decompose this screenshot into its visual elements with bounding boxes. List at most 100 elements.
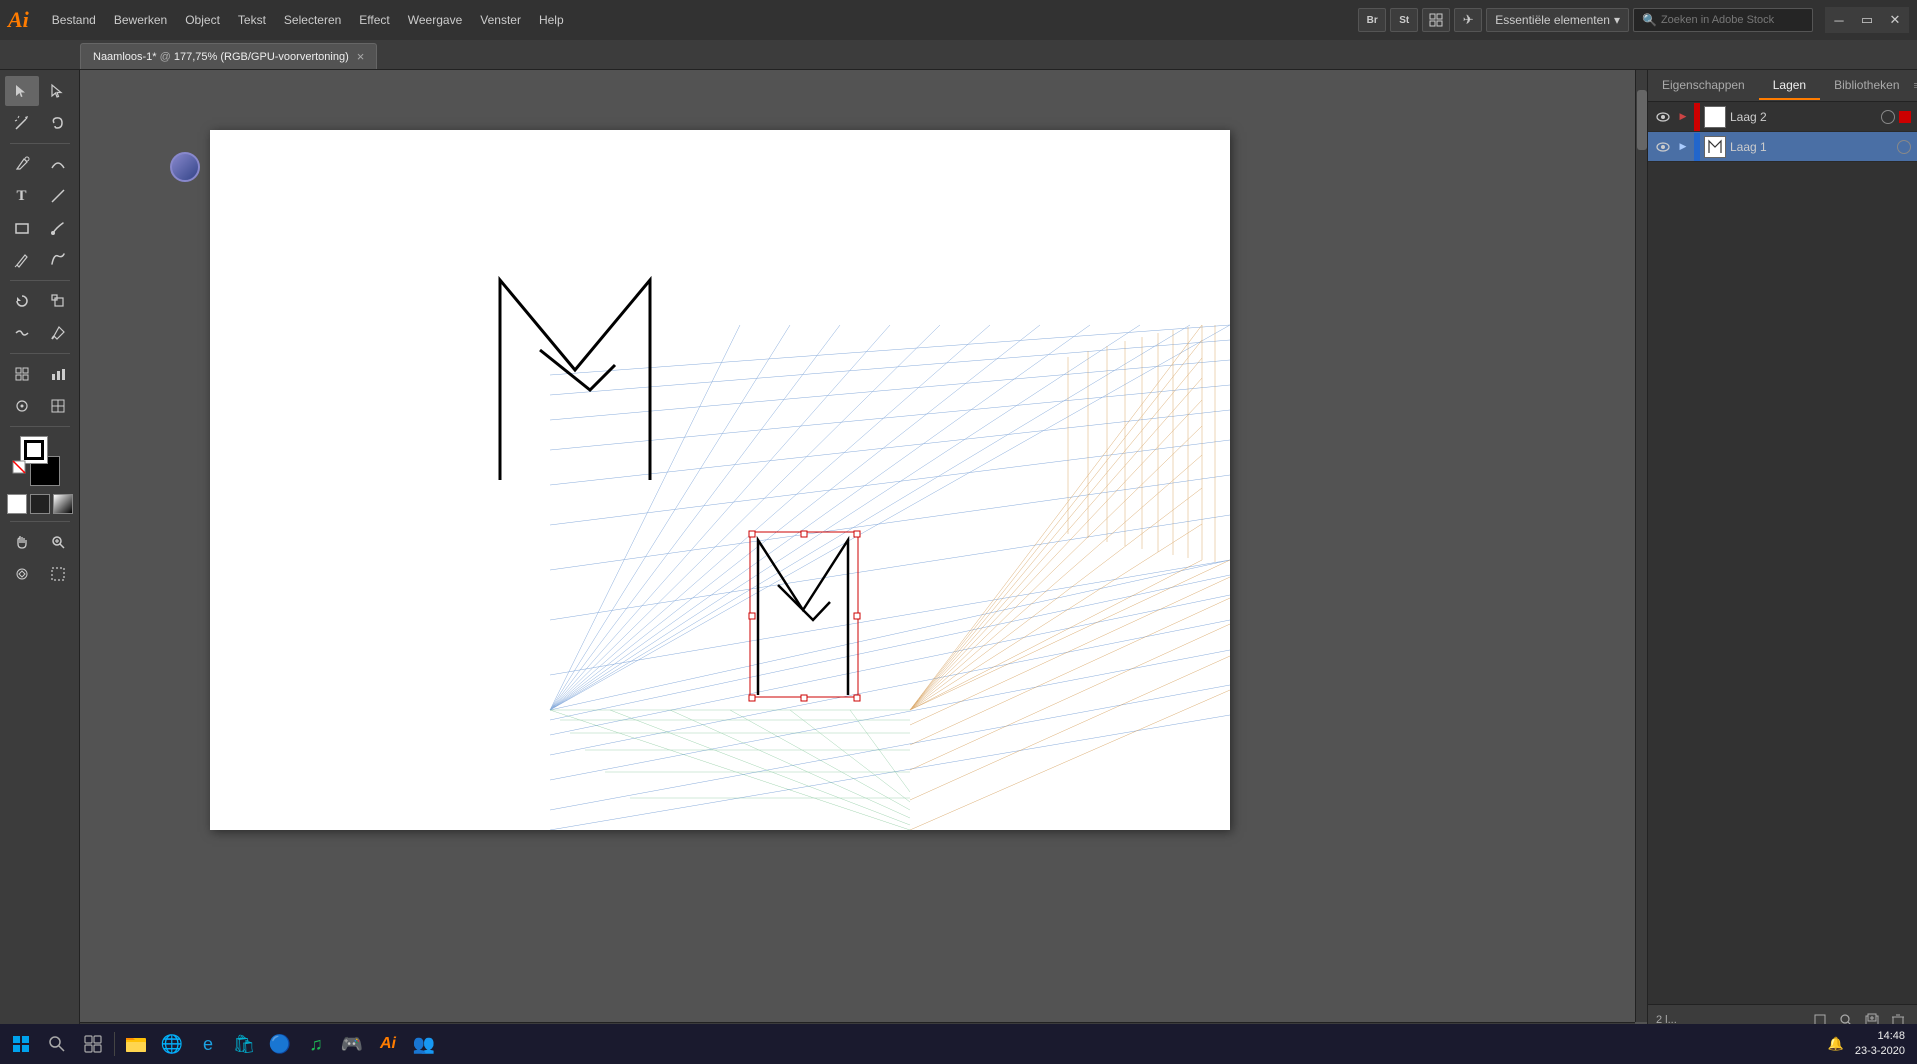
window-controls: ─ ▭ ✕ bbox=[1825, 7, 1909, 33]
store-btn[interactable]: 🛍 bbox=[227, 1027, 261, 1061]
perspective-grid-tool[interactable] bbox=[5, 359, 39, 389]
zoom-tool[interactable] bbox=[41, 527, 75, 557]
workspace-dropdown[interactable]: Essentiële elementen ▾ bbox=[1486, 8, 1629, 32]
panel-tab-bar: Eigenschappen Lagen Bibliotheken ≡ bbox=[1648, 70, 1917, 102]
white-swatch[interactable] bbox=[7, 494, 27, 514]
no-fill-icon bbox=[12, 460, 28, 476]
stock-search[interactable]: 🔍 Zoeken in Adobe Stock bbox=[1633, 8, 1813, 32]
ie-btn[interactable]: e bbox=[191, 1027, 225, 1061]
search-taskbar-btn[interactable] bbox=[40, 1027, 74, 1061]
tab-close-btn[interactable]: × bbox=[357, 50, 365, 63]
select-tools bbox=[5, 76, 75, 106]
hand-zoom-tools bbox=[5, 527, 75, 557]
select-tool[interactable] bbox=[5, 76, 39, 106]
menu-help[interactable]: Help bbox=[530, 9, 573, 31]
scale-tool[interactable] bbox=[41, 286, 75, 316]
type-tool[interactable]: T bbox=[5, 181, 39, 211]
slice-tool[interactable] bbox=[41, 391, 75, 421]
tab-eigenschappen[interactable]: Eigenschappen bbox=[1648, 72, 1759, 100]
share-btn[interactable]: ✈ bbox=[1454, 8, 1482, 32]
lasso-tool[interactable] bbox=[41, 108, 75, 138]
maximize-btn[interactable]: ▭ bbox=[1853, 7, 1881, 33]
edit-symbol-btn[interactable] bbox=[5, 559, 39, 589]
rotate-scale-tools bbox=[5, 286, 75, 316]
left-toolbar: T bbox=[0, 70, 80, 1034]
hand-tool[interactable] bbox=[5, 527, 39, 557]
stroke-swatch[interactable] bbox=[24, 440, 44, 460]
canvas-area[interactable] bbox=[80, 70, 1647, 1034]
layer-row-1[interactable]: ▶ Laag 1 bbox=[1648, 132, 1917, 162]
spotify-btn[interactable]: ♫ bbox=[299, 1027, 333, 1061]
search-taskbar-icon bbox=[48, 1035, 66, 1053]
layer-2-target-icon[interactable] bbox=[1881, 110, 1895, 124]
gradient-swatch[interactable] bbox=[53, 494, 73, 514]
warp-tool[interactable] bbox=[5, 318, 39, 348]
close-btn[interactable]: ✕ bbox=[1881, 7, 1909, 33]
panel-menu-icon[interactable]: ≡ bbox=[1914, 80, 1917, 92]
steam-btn[interactable]: 🎮 bbox=[335, 1027, 369, 1061]
app-logo: Ai bbox=[8, 7, 29, 33]
illustrator-taskbar-btn[interactable]: Ai bbox=[371, 1027, 405, 1061]
stock-btn[interactable]: St bbox=[1390, 8, 1418, 32]
layers-panel: ▶ Laag 2 ▶ Laag 1 bbox=[1648, 102, 1917, 1004]
toolbar-divider-3 bbox=[10, 353, 70, 354]
taskbar: 🌐 e 🛍 🔵 ♫ 🎮 Ai 👥 🔔 14:48 23-3-2020 bbox=[0, 1024, 1917, 1064]
start-btn[interactable] bbox=[4, 1027, 38, 1061]
toolbar-divider-5 bbox=[10, 521, 70, 522]
layer-1-target-icon[interactable] bbox=[1897, 140, 1911, 154]
file-explorer-btn[interactable] bbox=[119, 1027, 153, 1061]
shaper-tool[interactable] bbox=[41, 245, 75, 275]
layer-2-name: Laag 2 bbox=[1730, 110, 1877, 124]
chart-symbol-tools bbox=[5, 359, 75, 389]
layer-1-expand-icon[interactable]: ▶ bbox=[1676, 140, 1690, 154]
grid-btn[interactable] bbox=[1422, 8, 1450, 32]
pencil-tool[interactable] bbox=[5, 245, 39, 275]
teams-btn[interactable]: 👥 bbox=[407, 1027, 441, 1061]
menu-tekst[interactable]: Tekst bbox=[229, 9, 275, 31]
toolbar-right: Br St ✈ Essentiële elementen ▾ 🔍 Zoeken … bbox=[1358, 7, 1909, 33]
rectangle-tool[interactable] bbox=[5, 213, 39, 243]
layer-1-thumbnail bbox=[1704, 136, 1726, 158]
black-swatch[interactable] bbox=[30, 494, 50, 514]
document-tab[interactable]: Naamloos-1* @ 177,75% (RGB/GPU-voorverto… bbox=[80, 43, 377, 69]
minimize-btn[interactable]: ─ bbox=[1825, 7, 1853, 33]
eyedropper-tool[interactable] bbox=[41, 318, 75, 348]
symbol-tool[interactable] bbox=[5, 391, 39, 421]
bridge-btn[interactable]: Br bbox=[1358, 8, 1386, 32]
chart-tool[interactable] bbox=[41, 359, 75, 389]
curvature-tool[interactable] bbox=[41, 149, 75, 179]
artboard-tool[interactable] bbox=[41, 559, 75, 589]
chrome-btn[interactable]: 🔵 bbox=[263, 1027, 297, 1061]
menu-selecteren[interactable]: Selecteren bbox=[275, 9, 350, 31]
tab-bibliotheken[interactable]: Bibliotheken bbox=[1820, 72, 1913, 100]
perspective-grid-handle[interactable] bbox=[170, 152, 200, 182]
vertical-scroll-thumb[interactable] bbox=[1637, 90, 1647, 150]
edge-btn[interactable]: 🌐 bbox=[155, 1027, 189, 1061]
toolbar-divider-1 bbox=[10, 143, 70, 144]
paintbrush-tool[interactable] bbox=[41, 213, 75, 243]
menu-venster[interactable]: Venster bbox=[471, 9, 530, 31]
pen-tool[interactable] bbox=[5, 149, 39, 179]
tab-lagen[interactable]: Lagen bbox=[1759, 72, 1820, 100]
layer-row-2[interactable]: ▶ Laag 2 bbox=[1648, 102, 1917, 132]
notification-btn[interactable]: 🔔 bbox=[1819, 1027, 1853, 1061]
clock-date: 23-3-2020 bbox=[1855, 1044, 1905, 1059]
system-clock: 14:48 23-3-2020 bbox=[1855, 1029, 1913, 1060]
color-swatches[interactable] bbox=[10, 436, 70, 486]
line-tool[interactable] bbox=[41, 181, 75, 211]
rotate-tool[interactable] bbox=[5, 286, 39, 316]
menu-bestand[interactable]: Bestand bbox=[43, 9, 105, 31]
menu-object[interactable]: Object bbox=[176, 9, 229, 31]
menu-effect[interactable]: Effect bbox=[350, 9, 398, 31]
task-view-btn[interactable] bbox=[76, 1027, 110, 1061]
direct-select-tool[interactable] bbox=[41, 76, 75, 106]
layer-2-visibility-icon[interactable] bbox=[1654, 108, 1672, 126]
menu-bewerken[interactable]: Bewerken bbox=[105, 9, 176, 31]
menu-weergave[interactable]: Weergave bbox=[399, 9, 471, 31]
vertical-scrollbar[interactable] bbox=[1635, 70, 1647, 1022]
layer-2-expand-icon[interactable]: ▶ bbox=[1676, 110, 1690, 124]
right-panel: Eigenschappen Lagen Bibliotheken ≡ ▶ Laa… bbox=[1647, 70, 1917, 1034]
layer-1-visibility-icon[interactable] bbox=[1654, 138, 1672, 156]
main-area: T bbox=[0, 70, 1917, 1034]
magic-wand-tool[interactable] bbox=[5, 108, 39, 138]
